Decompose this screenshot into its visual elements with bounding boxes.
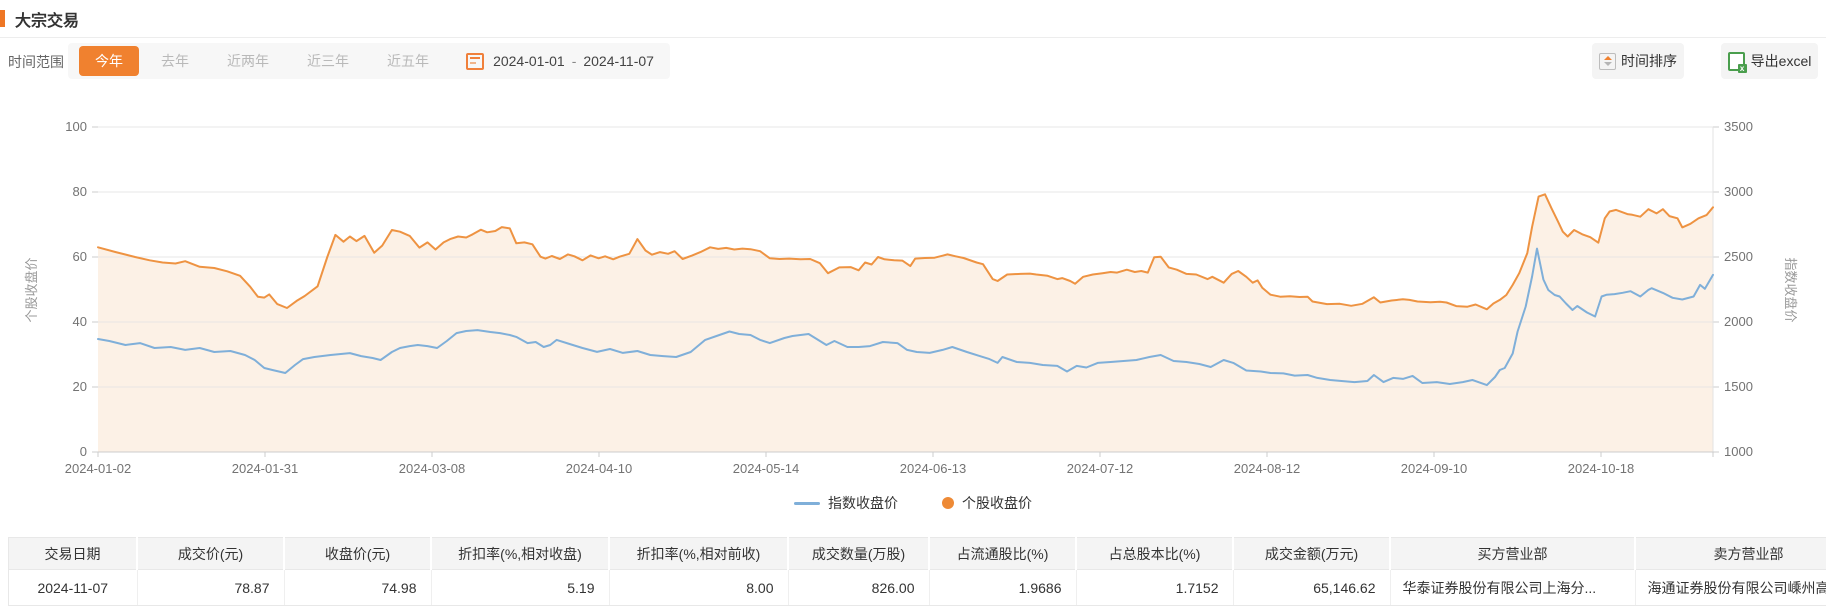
title-accent-bar (0, 10, 5, 27)
legend-item-0[interactable]: 指数收盘价 (794, 493, 898, 513)
table-cell: 65,146.62 (1233, 570, 1390, 606)
left-axis-name: 个股收盘价 (24, 257, 39, 322)
right-axis-label: 1000 (1724, 444, 1753, 459)
table-row: 2024-11-0778.8774.985.198.00826.001.9686… (9, 570, 1826, 606)
page-header: 大宗交易 (0, 0, 1826, 38)
column-header: 收盘价(元) (284, 538, 431, 570)
column-header: 占总股本比(%) (1076, 538, 1233, 570)
time-sort-button[interactable]: 时间排序 (1592, 43, 1684, 79)
sort-arrows-icon (1599, 53, 1616, 70)
table-cell: 74.98 (284, 570, 431, 606)
table-cell: 5.19 (431, 570, 609, 606)
legend-label: 个股收盘价 (962, 493, 1032, 513)
column-header: 成交价(元) (137, 538, 284, 570)
column-header: 折扣率(%,相对收盘) (431, 538, 609, 570)
excel-icon: x (1728, 52, 1745, 71)
table-cell: 78.87 (137, 570, 284, 606)
x-axis-label: 2024-06-13 (900, 461, 967, 476)
left-axis-label: 80 (73, 184, 87, 199)
date-start: 2024-01-01 (493, 53, 565, 69)
x-axis-label: 2024-08-12 (1234, 461, 1301, 476)
x-axis-label: 2024-04-10 (566, 461, 633, 476)
time-range-label: 时间范围 (8, 52, 64, 72)
column-header: 成交金额(万元) (1233, 538, 1390, 570)
legend-label: 指数收盘价 (828, 493, 898, 513)
column-header: 成交数量(万股) (788, 538, 929, 570)
x-axis-label: 2024-01-31 (232, 461, 299, 476)
right-axis-label: 3500 (1724, 119, 1753, 134)
legend-item-1[interactable]: 个股收盘价 (942, 493, 1032, 513)
left-axis-label: 20 (73, 379, 87, 394)
chart-legend: 指数收盘价 个股收盘价 (0, 492, 1826, 514)
export-button-label: 导出excel (1751, 51, 1812, 71)
x-axis-label: 2024-03-08 (399, 461, 466, 476)
range-button-1[interactable]: 去年 (145, 46, 205, 76)
x-axis-label: 2024-09-10 (1401, 461, 1468, 476)
column-header: 买方营业部 (1390, 538, 1635, 570)
legend-marker-circle (942, 497, 954, 509)
stock-price-area (98, 194, 1713, 452)
calendar-icon (466, 53, 484, 70)
table-cell: 8.00 (609, 570, 788, 606)
right-axis-label: 2000 (1724, 314, 1753, 329)
block-trade-table: 交易日期成交价(元)收盘价(元)折扣率(%,相对收盘)折扣率(%,相对前收)成交… (8, 537, 1826, 606)
right-axis-label: 3000 (1724, 184, 1753, 199)
table-cell: 1.7152 (1076, 570, 1233, 606)
table-header: 交易日期成交价(元)收盘价(元)折扣率(%,相对收盘)折扣率(%,相对前收)成交… (9, 538, 1826, 570)
x-axis-label: 2024-05-14 (733, 461, 800, 476)
date-separator: - (572, 53, 577, 69)
range-button-4[interactable]: 近五年 (371, 46, 445, 76)
table-cell: 2024-11-07 (9, 570, 138, 606)
table-cell: 华泰证券股份有限公司上海分... (1390, 570, 1635, 606)
table-cell: 海通证券股份有限公司嵊州高... (1635, 570, 1826, 606)
left-axis-label: 40 (73, 314, 87, 329)
left-axis-label: 0 (80, 444, 87, 459)
column-header: 折扣率(%,相对前收) (609, 538, 788, 570)
range-button-0[interactable]: 今年 (79, 46, 139, 76)
left-axis-label: 100 (65, 119, 87, 134)
left-axis-label: 60 (73, 249, 87, 264)
right-axis-label: 2500 (1724, 249, 1753, 264)
page-title: 大宗交易 (15, 7, 79, 31)
x-axis-label: 2024-01-02 (65, 461, 132, 476)
sort-button-label: 时间排序 (1621, 51, 1677, 71)
range-button-3[interactable]: 近三年 (291, 46, 365, 76)
column-header: 交易日期 (9, 538, 138, 570)
date-end: 2024-11-07 (583, 53, 654, 69)
table-cell: 1.9686 (929, 570, 1076, 606)
column-header: 卖方营业部 (1635, 538, 1826, 570)
date-range-picker[interactable]: 2024-01-01 - 2024-11-07 (450, 43, 670, 79)
price-chart: 0 1000 20 1500 40 2000 60 2500 80 3000 100 3500 2024… (0, 88, 1826, 488)
right-axis-name: 指数收盘价 (1783, 257, 1798, 322)
range-button-2[interactable]: 近两年 (211, 46, 285, 76)
x-axis-label: 2024-07-12 (1067, 461, 1134, 476)
column-header: 占流通股比(%) (929, 538, 1076, 570)
x-axis-label: 2024-10-18 (1568, 461, 1635, 476)
table-cell: 826.00 (788, 570, 929, 606)
toolbar: 时间范围 今年去年近两年近三年近五年全部 2024-01-01 - 2024-1… (0, 43, 1826, 79)
right-axis-label: 1500 (1724, 379, 1753, 394)
export-excel-button[interactable]: x 导出excel (1721, 43, 1818, 79)
legend-marker-line (794, 502, 820, 505)
